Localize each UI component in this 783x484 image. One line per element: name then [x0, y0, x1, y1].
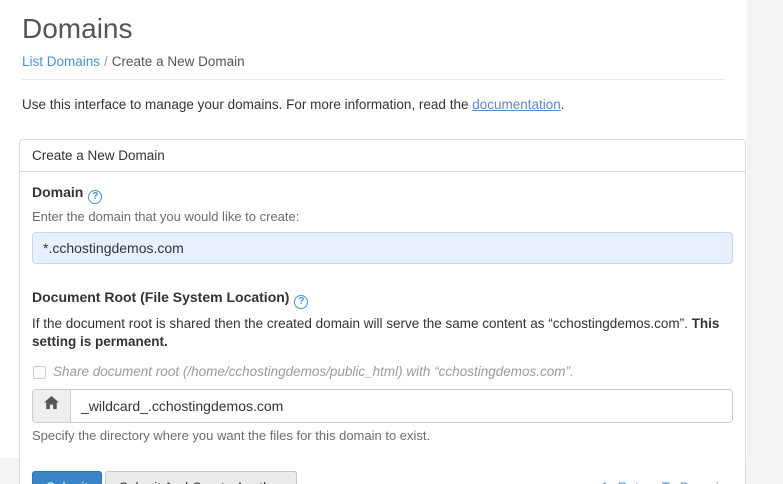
- documentation-link[interactable]: documentation: [472, 97, 561, 112]
- docroot-description-text: If the document root is shared then the …: [32, 316, 692, 331]
- docroot-input-group: [32, 389, 733, 423]
- breadcrumb: List Domains / Create a New Domain: [22, 54, 725, 69]
- panel-header: Create a New Domain: [20, 140, 745, 172]
- docroot-label: Document Root (File System Location): [32, 289, 289, 305]
- return-to-domains-link[interactable]: Return To Domains: [599, 480, 733, 484]
- docroot-form-group: Document Root (File System Location)? If…: [32, 289, 733, 442]
- docroot-input[interactable]: [70, 389, 733, 423]
- description-text: Use this interface to manage your domain…: [22, 97, 472, 112]
- page-header: Domains List Domains / Create a New Domain: [0, 0, 747, 80]
- share-docroot-label: Share document root (/home/cchostingdemo…: [53, 364, 574, 379]
- domain-form-group: Domain? Enter the domain that you would …: [32, 184, 733, 264]
- page-description: Use this interface to manage your domain…: [0, 80, 747, 112]
- description-period: .: [561, 97, 565, 112]
- page-title: Domains: [22, 13, 725, 45]
- submit-and-create-another-button[interactable]: Submit And Create Another: [105, 471, 297, 484]
- return-link-label: Return To Domains: [618, 480, 733, 484]
- create-domain-panel: Create a New Domain Domain? Enter the do…: [19, 139, 746, 484]
- submit-button[interactable]: Submit: [32, 471, 102, 484]
- share-docroot-checkbox[interactable]: [33, 366, 46, 379]
- home-icon: [44, 396, 59, 415]
- panel-body: Domain? Enter the domain that you would …: [20, 172, 745, 484]
- domain-hint: Enter the domain that you would like to …: [32, 209, 733, 224]
- domain-help-icon[interactable]: ?: [88, 190, 102, 204]
- breadcrumb-separator: /: [104, 54, 108, 69]
- viewport: Domains List Domains / Create a New Domain…: [0, 0, 783, 484]
- docroot-help-icon[interactable]: ?: [294, 295, 308, 309]
- domain-label: Domain: [32, 184, 83, 200]
- breadcrumb-link-list-domains[interactable]: List Domains: [22, 54, 100, 69]
- actions-row: Submit Submit And Create Another Return …: [32, 471, 733, 484]
- page-content: Domains List Domains / Create a New Domain…: [0, 0, 747, 458]
- share-docroot-row: Share document root (/home/cchostingdemo…: [33, 364, 733, 379]
- docroot-addon: [32, 389, 70, 423]
- breadcrumb-current: Create a New Domain: [112, 54, 245, 69]
- docroot-description: If the document root is shared then the …: [32, 315, 733, 351]
- domain-input[interactable]: [32, 232, 733, 264]
- docroot-hint: Specify the directory where you want the…: [32, 428, 733, 443]
